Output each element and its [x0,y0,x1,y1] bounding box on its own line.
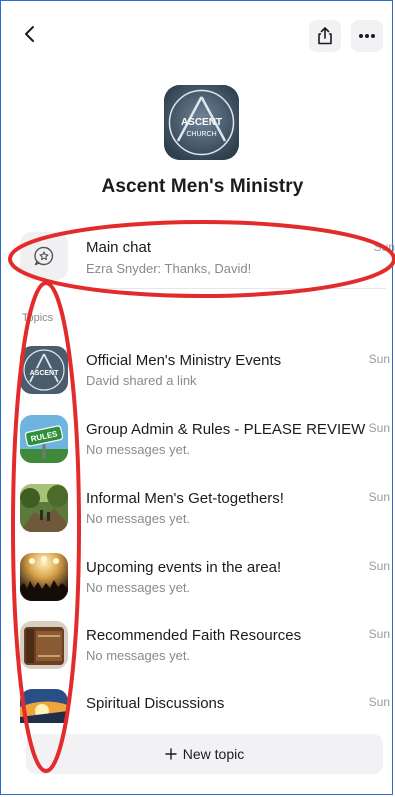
topic-title: Upcoming events in the area! [86,559,282,576]
topic-time: Sun [368,627,390,641]
new-topic-button[interactable]: New topic [26,734,383,774]
topic-row-upcoming-events[interactable]: Upcoming events in the area! No messages… [20,553,392,609]
topic-row-official-events[interactable]: ASCENT Official Men's Ministry Events Da… [20,346,392,402]
topic-title: Spiritual Discussions [86,695,225,712]
topic-subtitle: David shared a link [86,373,197,388]
rules-sign-image: RULES [20,415,68,463]
topic-time: Sun [368,421,390,435]
topic-subtitle: No messages yet. [86,580,191,595]
topic-row-admin-rules[interactable]: RULES Group Admin & Rules - PLEASE REVIE… [20,415,392,471]
topic-thumbnail: ASCENT [20,346,68,394]
forest-hiking-image [20,484,68,532]
main-chat-time: Sun [373,240,395,254]
topic-time: Sun [368,490,390,504]
group-name: Ascent Men's Ministry [101,176,304,197]
sunrise-sky-image [20,689,68,723]
topic-thumbnail [20,689,68,723]
ascent-church-logo: ASCENT CHURCH [164,85,239,160]
main-chat-title: Main chat [86,239,152,256]
chat-bubble-star-icon [34,246,54,266]
topic-row-spiritual-discussions[interactable]: Spiritual Discussions Sun [20,689,392,729]
topic-thumbnail [20,484,68,532]
more-options-button[interactable] [351,20,383,52]
ascent-logo-thumbnail: ASCENT [20,346,68,394]
svg-text:ASCENT: ASCENT [30,370,60,377]
topic-time: Sun [368,695,390,709]
plus-icon [165,748,177,760]
group-avatar[interactable]: ASCENT CHURCH [164,85,239,160]
concert-crowd-image [20,553,68,601]
topic-title: Group Admin & Rules - PLEASE REVIEW [86,421,366,438]
divider [86,288,386,289]
back-button[interactable] [16,20,44,48]
topic-subtitle: No messages yet. [86,511,191,526]
topic-thumbnail: RULES [20,415,68,463]
ellipsis-icon [359,34,375,38]
topic-subtitle: No messages yet. [86,648,191,663]
chevron-left-icon [25,26,34,42]
chat-bubble-icon-tile [20,232,68,280]
topic-time: Sun [368,352,390,366]
topic-title: Official Men's Ministry Events [86,352,282,369]
new-topic-label: New topic [182,746,245,762]
svg-text:CHURCH: CHURCH [186,131,216,138]
topic-thumbnail [20,621,68,669]
topics-section-label: Topics [22,312,54,324]
top-bar [0,0,395,60]
svg-text:ASCENT: ASCENT [181,117,222,128]
topic-subtitle: No messages yet. [86,442,191,457]
topic-time: Sun [368,559,390,573]
bible-book-image [20,621,68,669]
topic-title: Recommended Faith Resources [86,627,302,644]
topic-thumbnail [20,553,68,601]
share-icon [318,27,332,45]
main-chat-last-message: Ezra Snyder: Thanks, David! [86,261,252,276]
topic-title: Informal Men's Get-togethers! [86,490,284,507]
topic-row-faith-resources[interactable]: Recommended Faith Resources No messages … [20,621,392,677]
main-chat-row[interactable]: Main chat Ezra Snyder: Thanks, David! Su… [20,232,395,286]
topic-row-informal-gettogethers[interactable]: Informal Men's Get-togethers! No message… [20,484,392,540]
share-button[interactable] [309,20,341,52]
